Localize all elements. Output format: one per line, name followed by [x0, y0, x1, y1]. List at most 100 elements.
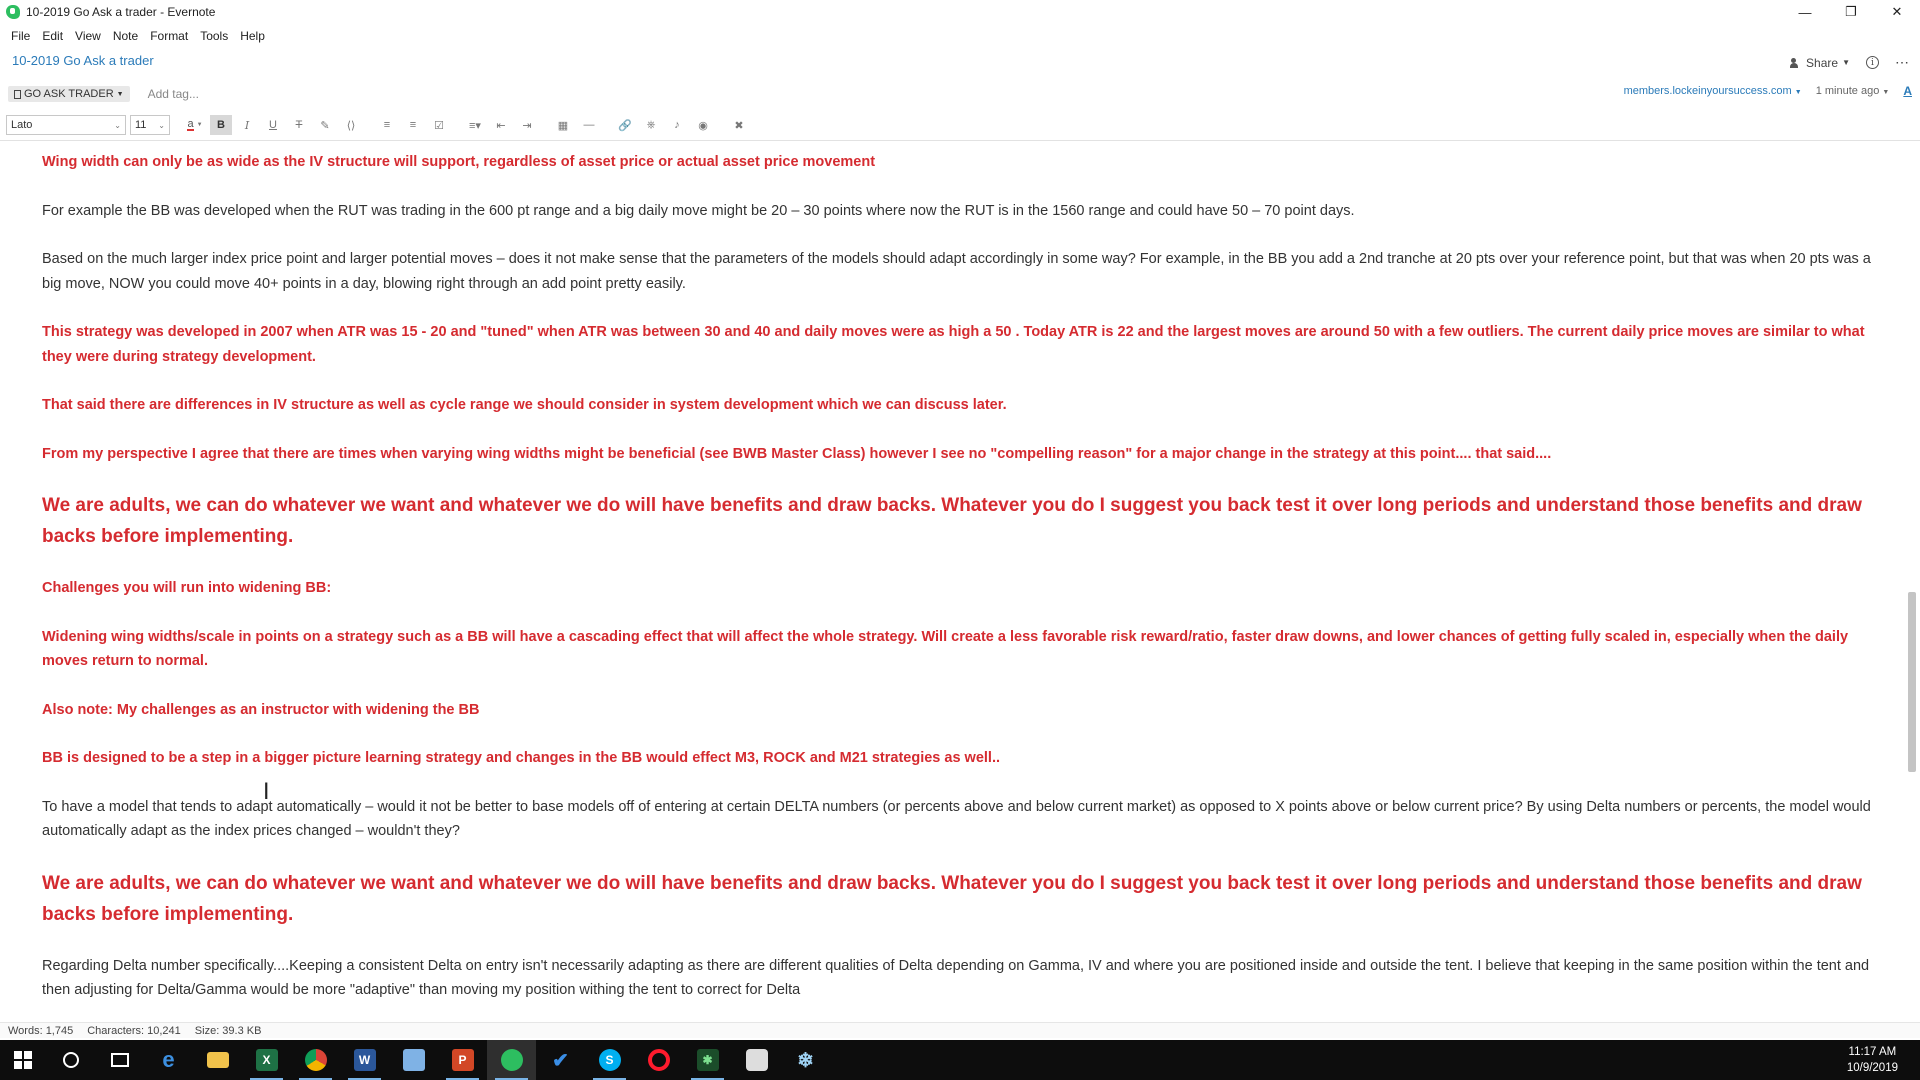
powerpoint-icon: P [451, 1049, 474, 1071]
font-family-value: Lato [11, 119, 33, 131]
note-title[interactable]: 10-2019 Go Ask a trader [12, 53, 154, 68]
taskbar-evernote[interactable] [487, 1040, 536, 1080]
taskbar-excel[interactable]: X [242, 1040, 291, 1080]
taskbar-chrome[interactable] [291, 1040, 340, 1080]
paragraph: Also note: My challenges as an instructo… [42, 701, 480, 718]
add-tag-input[interactable]: Add tag... [148, 87, 199, 101]
word-icon: W [353, 1049, 376, 1071]
windows-logo-icon [14, 1051, 32, 1069]
menu-note[interactable]: Note [108, 29, 145, 43]
bold-button[interactable]: B [210, 115, 232, 135]
taskbar-file-explorer[interactable] [193, 1040, 242, 1080]
taskbar-edge[interactable]: e [144, 1040, 193, 1080]
vertical-scrollbar[interactable] [1908, 592, 1916, 772]
updated-dropdown[interactable]: 1 minute ago ▼ [1816, 85, 1890, 97]
bullet-list-icon[interactable]: ≡ [376, 115, 398, 135]
paragraph: We are adults, we can do whatever we wan… [42, 495, 1862, 547]
note-body[interactable]: Wing width can only be as wide as the IV… [42, 150, 1872, 1018]
app-icon: ✱ [696, 1049, 719, 1071]
taskbar-skype[interactable]: S [585, 1040, 634, 1080]
audio-icon[interactable]: ♪ [666, 115, 688, 135]
notebook-selector[interactable]: GO ASK TRADER ▼ [8, 86, 130, 102]
attachment-icon[interactable]: ⎈ [640, 115, 662, 135]
horizontal-rule-icon[interactable]: — [578, 115, 600, 135]
align-icon[interactable]: ≡▾ [464, 115, 486, 135]
tag-row: GO ASK TRADER ▼ Add tag... members.locke… [8, 84, 1920, 104]
opera-icon [647, 1049, 670, 1071]
taskbar-notepad[interactable] [389, 1040, 438, 1080]
menu-tools[interactable]: Tools [195, 29, 235, 43]
menu-format[interactable]: Format [145, 29, 195, 43]
font-color-icon: a [187, 118, 194, 131]
clear-format-icon[interactable]: ✖ [728, 115, 750, 135]
font-family-select[interactable]: Lato ⌄ [6, 115, 126, 135]
paragraph: From my perspective I agree that there a… [42, 445, 1552, 462]
taskbar-camera[interactable] [732, 1040, 781, 1080]
paragraph: This strategy was developed in 2007 when… [42, 324, 1865, 365]
taskbar-snowflake[interactable]: ❄ [781, 1040, 830, 1080]
numbered-list-icon[interactable]: ≡ [402, 115, 424, 135]
font-size-select[interactable]: 11 ⌄ [130, 115, 170, 135]
task-view-button[interactable] [95, 1040, 144, 1080]
start-button[interactable] [0, 1040, 46, 1080]
search-button[interactable] [46, 1040, 95, 1080]
encrypt-icon[interactable]: ◉ [692, 115, 714, 135]
chevron-down-icon: ⌄ [114, 120, 121, 130]
minimize-icon[interactable]: — [1782, 0, 1828, 24]
note-meta: members.lockeinyoursuccess.com ▼ 1 minut… [1624, 84, 1912, 98]
info-icon[interactable]: i [1866, 56, 1879, 69]
close-icon[interactable]: ✕ [1874, 0, 1920, 24]
chevron-down-icon: ▼ [1842, 58, 1850, 67]
table-icon[interactable]: ▦ [552, 115, 574, 135]
outdent-icon[interactable]: ⇤ [490, 115, 512, 135]
checkmark-icon: ✔ [552, 1049, 569, 1072]
format-toolbar: Lato ⌄ 11 ⌄ a ▼ B I U T ✎ ⟨⟩ ≡ ≡ ☑ ≡▾ ⇤ ⇥… [6, 114, 1920, 136]
system-clock[interactable]: 11:17 AM 10/9/2019 [1847, 1044, 1898, 1076]
menu-view[interactable]: View [70, 29, 108, 43]
chevron-down-icon: ▼ [116, 90, 124, 98]
taskbar-opera[interactable] [634, 1040, 683, 1080]
excel-icon: X [255, 1049, 278, 1071]
more-options-icon[interactable]: ⋯ [1895, 54, 1910, 71]
indent-icon[interactable]: ⇥ [516, 115, 538, 135]
underline-button[interactable]: U [262, 115, 284, 135]
highlight-icon[interactable]: ✎ [314, 115, 336, 135]
paragraph: Regarding Delta number specifically....K… [42, 957, 1870, 999]
text-cursor-icon: I [263, 780, 270, 805]
link-icon[interactable]: 🔗 [614, 115, 636, 135]
chrome-icon [304, 1049, 327, 1071]
font-color-button[interactable]: a ▼ [184, 115, 206, 135]
taskbar-powerpoint[interactable]: P [438, 1040, 487, 1080]
strikethrough-button[interactable]: T [288, 115, 310, 135]
clock-date: 10/9/2019 [1846, 1062, 1898, 1074]
menu-help[interactable]: Help [235, 29, 272, 43]
checklist-icon[interactable]: ☑ [428, 115, 450, 135]
taskbar-word[interactable]: W [340, 1040, 389, 1080]
menu-edit[interactable]: Edit [37, 29, 70, 43]
font-size-value: 11 [135, 119, 147, 131]
source-url-link[interactable]: members.lockeinyoursuccess.com ▼ [1624, 85, 1802, 97]
status-bar: Words: 1,745 Characters: 10,241 Size: 39… [0, 1022, 1920, 1038]
chevron-down-icon: ▼ [196, 122, 203, 128]
text-style-icon[interactable]: A [1903, 84, 1912, 98]
notebook-name: GO ASK TRADER [24, 88, 114, 100]
task-view-icon [110, 1053, 129, 1067]
taskbar-todo[interactable]: ✔ [536, 1040, 585, 1080]
evernote-icon [500, 1049, 523, 1071]
taskbar-app-green[interactable]: ✱ [683, 1040, 732, 1080]
share-button[interactable]: Share ▼ [1790, 56, 1850, 70]
note-header: 10-2019 Go Ask a trader Share ▼ i ⋯ [12, 52, 1920, 76]
code-icon[interactable]: ⟨⟩ [340, 115, 362, 135]
snowflake-icon: ❄ [797, 1049, 814, 1072]
menu-file[interactable]: File [6, 29, 37, 43]
people-icon [1790, 57, 1802, 68]
restore-icon[interactable]: ❐ [1828, 0, 1874, 24]
italic-button[interactable]: I [236, 115, 258, 135]
